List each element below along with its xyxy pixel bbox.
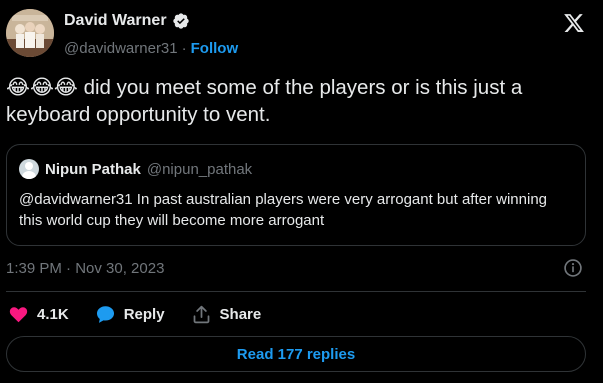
author-handle[interactable]: @davidwarner31 — [64, 40, 178, 57]
quoted-tweet-header: Nipun Pathak @nipun_pathak — [19, 159, 252, 179]
info-icon[interactable] — [563, 258, 583, 278]
tweet-body-text: did you meet some of the players or is t… — [6, 76, 523, 126]
author-avatar[interactable] — [6, 9, 54, 57]
follow-button[interactable]: Follow — [191, 40, 239, 57]
reply-bubble-icon — [96, 305, 114, 323]
heart-icon — [9, 306, 28, 322]
verified-badge-icon — [172, 12, 190, 30]
tweet-card: David Warner @davidwarner31 · Follow 😂😂😂… — [0, 0, 603, 383]
timestamp[interactable]: 1:39 PM · Nov 30, 2023 — [6, 260, 164, 277]
divider — [6, 291, 586, 292]
action-bar: 4.1K Reply Share — [8, 302, 287, 326]
author-handle-row: @davidwarner31 · Follow — [64, 40, 238, 57]
like-button[interactable]: 4.1K — [8, 304, 69, 325]
share-icon — [193, 305, 209, 323]
reply-label: Reply — [123, 305, 165, 323]
share-button[interactable]: Share — [191, 304, 262, 325]
laughing-emoji: 😂😂😂 — [6, 75, 78, 99]
quoted-author-name: Nipun Pathak — [45, 160, 141, 178]
quoted-tweet[interactable]: Nipun Pathak @nipun_pathak @davidwarner3… — [6, 144, 586, 246]
author-name-row: David Warner — [64, 12, 190, 30]
like-count: 4.1K — [37, 305, 69, 323]
read-replies-button[interactable]: Read 177 replies — [6, 336, 586, 372]
x-logo-icon[interactable] — [563, 12, 585, 34]
tweet-text: 😂😂😂 did you meet some of the players or … — [6, 74, 596, 128]
quoted-tweet-text: @davidwarner31 In past australian player… — [19, 191, 548, 229]
quoted-author-handle: @nipun_pathak — [146, 160, 253, 178]
author-name[interactable]: David Warner — [64, 12, 167, 30]
reply-button[interactable]: Reply — [95, 304, 165, 325]
quoted-author-avatar — [19, 159, 39, 179]
share-label: Share — [219, 305, 262, 323]
separator-dot: · — [181, 40, 187, 57]
